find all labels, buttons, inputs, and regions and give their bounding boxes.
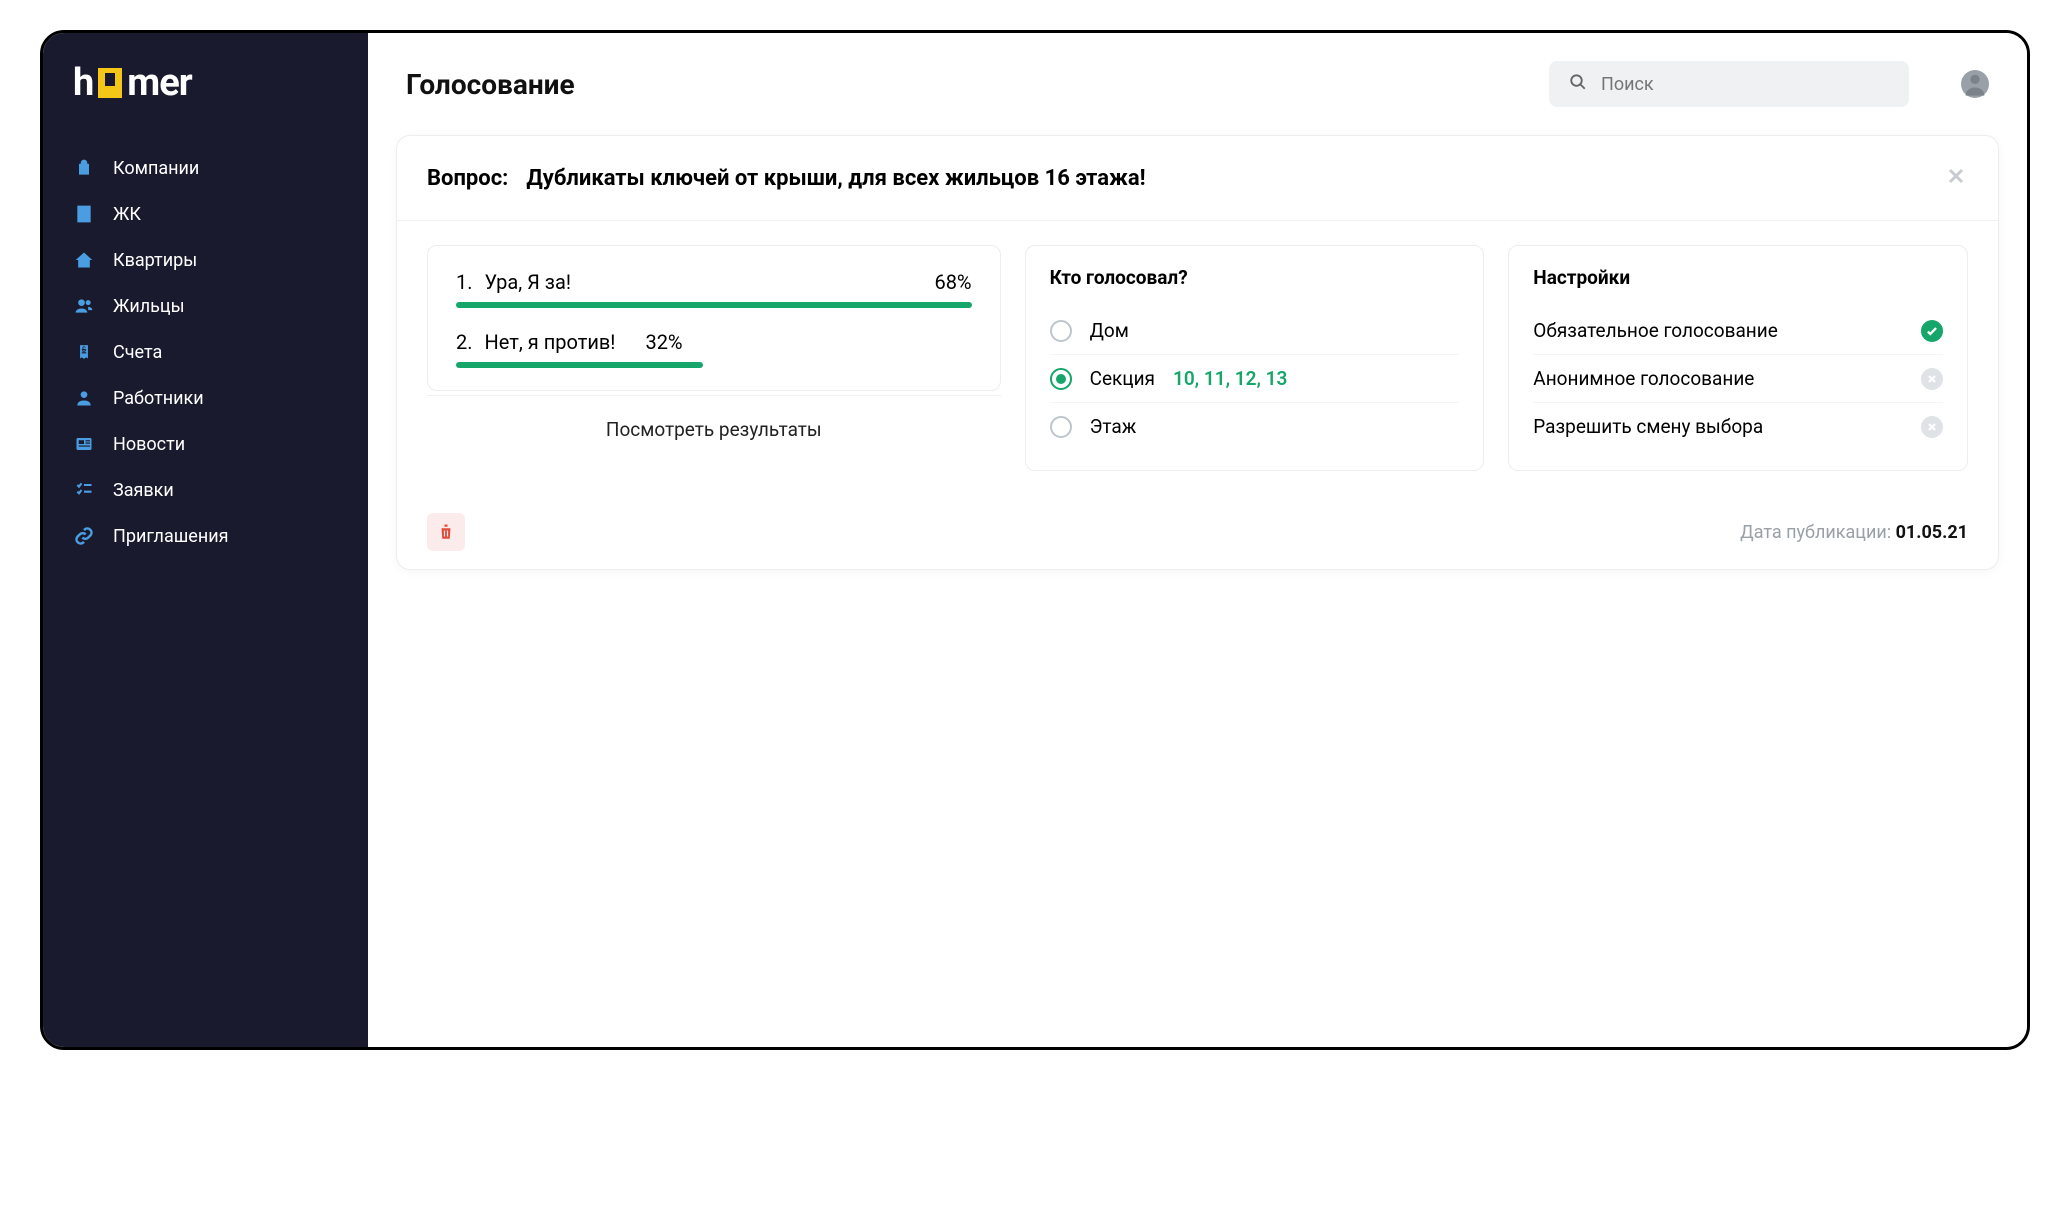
- option-number: 2.: [456, 330, 473, 354]
- voter-scope-label: Секция: [1090, 367, 1155, 390]
- option-percent: 32%: [645, 330, 682, 354]
- poll-column: 1. Ура, Я за! 68% 2. Нет, я против!: [427, 245, 1001, 471]
- sidebar-item-invites[interactable]: Приглашения: [43, 513, 368, 559]
- link-icon: [73, 525, 95, 547]
- x-icon: [1921, 368, 1943, 390]
- option-percent: 68%: [934, 270, 971, 294]
- option-text: Нет, я против!: [485, 330, 616, 354]
- main: Голосование Вопрос: Дубликаты ключей от …: [368, 33, 2027, 1047]
- svg-text:$: $: [82, 345, 86, 354]
- sidebar-item-companies[interactable]: Компании: [43, 145, 368, 191]
- progress-fill: [456, 302, 972, 308]
- search-box[interactable]: [1549, 61, 1909, 107]
- sidebar-item-apartments[interactable]: Квартиры: [43, 237, 368, 283]
- progress-fill: [456, 362, 703, 368]
- worker-icon: [73, 387, 95, 409]
- sidebar-item-bills[interactable]: $ Счета: [43, 329, 368, 375]
- voter-scope-label: Дом: [1090, 319, 1129, 342]
- sidebar-item-label: ЖК: [113, 204, 141, 225]
- sidebar-item-complex[interactable]: ЖК: [43, 191, 368, 237]
- sidebar-item-label: Счета: [113, 342, 162, 363]
- settings-title: Настройки: [1533, 266, 1943, 289]
- setting-label: Разрешить смену выбора: [1533, 415, 1763, 438]
- checklist-icon: [73, 479, 95, 501]
- voter-scope-row[interactable]: Секция 10, 11, 12, 13: [1050, 355, 1460, 403]
- sidebar-item-news[interactable]: Новости: [43, 421, 368, 467]
- logo: h mer: [43, 61, 368, 145]
- poll-option[interactable]: 2. Нет, я против! 32%: [456, 330, 972, 368]
- setting-row[interactable]: Разрешить смену выбора: [1533, 403, 1943, 450]
- setting-label: Анонимное голосование: [1533, 367, 1754, 390]
- users-icon: [73, 295, 95, 317]
- progress-bar: [456, 302, 972, 308]
- logo-square-icon: [98, 68, 122, 98]
- search-icon: [1569, 73, 1587, 95]
- company-icon: [73, 157, 95, 179]
- sidebar-item-residents[interactable]: Жильцы: [43, 283, 368, 329]
- progress-bar: [456, 362, 972, 368]
- x-icon: [1921, 416, 1943, 438]
- sidebar-item-label: Заявки: [113, 480, 174, 501]
- app-frame: h mer Компании ЖК Квартиры Жильцы $ Счет…: [40, 30, 2030, 1050]
- setting-row[interactable]: Анонимное голосование: [1533, 355, 1943, 403]
- sidebar-item-label: Новости: [113, 434, 185, 455]
- voters-panel: Кто голосовал? Дом Секция 10, 11, 12, 13: [1025, 245, 1485, 471]
- logo-text: mer: [127, 61, 191, 105]
- bill-icon: $: [73, 341, 95, 363]
- voter-scope-row[interactable]: Дом: [1050, 307, 1460, 355]
- building-icon: [73, 203, 95, 225]
- sidebar-item-label: Компании: [113, 158, 199, 179]
- sidebar-item-label: Жильцы: [113, 296, 185, 317]
- view-results-button[interactable]: Посмотреть результаты: [427, 395, 1001, 463]
- poll-option[interactable]: 1. Ура, Я за! 68%: [456, 270, 972, 308]
- news-icon: [73, 433, 95, 455]
- sidebar-item-workers[interactable]: Работники: [43, 375, 368, 421]
- radio-icon: [1050, 368, 1072, 390]
- columns: 1. Ура, Я за! 68% 2. Нет, я против!: [397, 221, 1998, 495]
- close-button[interactable]: [1944, 164, 1968, 192]
- card-footer: Дата публикации: 01.05.21: [397, 495, 1998, 569]
- publish-date-value: 01.05.21: [1896, 522, 1968, 543]
- setting-label: Обязательное голосование: [1533, 319, 1777, 342]
- publish-label: Дата публикации:: [1740, 522, 1895, 543]
- logo-text: h: [73, 61, 93, 105]
- setting-row[interactable]: Обязательное голосование: [1533, 307, 1943, 355]
- poll-box: 1. Ура, Я за! 68% 2. Нет, я против!: [427, 245, 1001, 391]
- radio-icon: [1050, 320, 1072, 342]
- sidebar-item-label: Работники: [113, 388, 204, 409]
- radio-icon: [1050, 416, 1072, 438]
- question-text: Дубликаты ключей от крыши, для всех жиль…: [526, 166, 1145, 191]
- voter-scope-row[interactable]: Этаж: [1050, 403, 1460, 450]
- question-label: Вопрос:: [427, 166, 508, 191]
- topbar: Голосование: [368, 33, 2027, 135]
- voter-scope-values: 10, 11, 12, 13: [1173, 367, 1287, 390]
- option-text: Ура, Я за!: [485, 270, 571, 294]
- page-title: Голосование: [406, 68, 575, 101]
- avatar[interactable]: [1961, 70, 1989, 98]
- question-header: Вопрос: Дубликаты ключей от крыши, для в…: [397, 136, 1998, 221]
- sidebar: h mer Компании ЖК Квартиры Жильцы $ Счет…: [43, 33, 368, 1047]
- settings-panel: Настройки Обязательное голосование Анони…: [1508, 245, 1968, 471]
- publish-date: Дата публикации: 01.05.21: [1740, 522, 1968, 543]
- sidebar-item-requests[interactable]: Заявки: [43, 467, 368, 513]
- check-icon: [1921, 320, 1943, 342]
- voter-scope-label: Этаж: [1090, 415, 1137, 438]
- search-input[interactable]: [1601, 74, 1889, 95]
- vote-card: Вопрос: Дубликаты ключей от крыши, для в…: [396, 135, 1999, 570]
- sidebar-item-label: Приглашения: [113, 526, 229, 547]
- option-number: 1.: [456, 270, 473, 294]
- delete-button[interactable]: [427, 513, 465, 551]
- content: Вопрос: Дубликаты ключей от крыши, для в…: [368, 135, 2027, 570]
- home-icon: [73, 249, 95, 271]
- voters-title: Кто голосовал?: [1050, 266, 1460, 289]
- sidebar-item-label: Квартиры: [113, 250, 197, 271]
